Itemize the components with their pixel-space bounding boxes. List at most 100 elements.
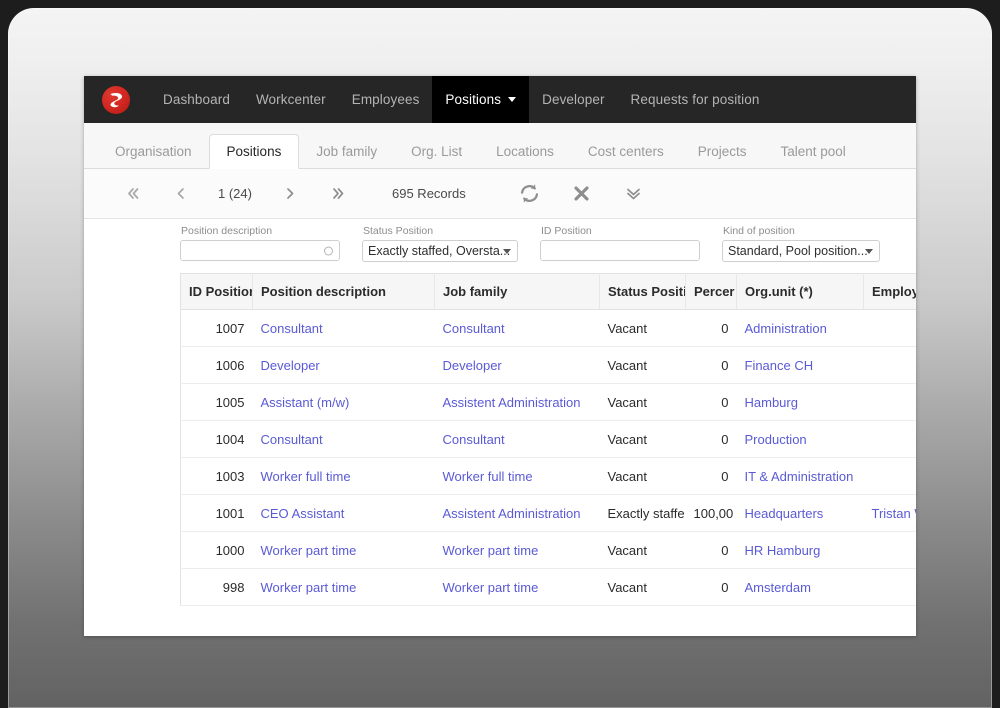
cell-link[interactable]: Administration (745, 321, 827, 336)
sub-tab-projects[interactable]: Projects (681, 135, 764, 169)
cell-link[interactable]: Finance CH (745, 358, 814, 373)
cell-description[interactable]: CEO Assistant (252, 494, 435, 532)
cell-org-unit[interactable]: IT & Administration (736, 457, 864, 495)
cell-link[interactable]: CEO Assistant (261, 506, 345, 521)
cell-link[interactable]: Worker part time (443, 580, 539, 595)
next-page-button[interactable] (266, 185, 314, 202)
cell-description[interactable]: Developer (252, 346, 435, 384)
nav-item-employees[interactable]: Employees (339, 76, 433, 123)
sub-tab-job-family[interactable]: Job family (299, 135, 394, 169)
cell-org-unit[interactable]: Administration (736, 309, 864, 347)
sub-tab-talent-pool[interactable]: Talent pool (763, 135, 862, 169)
cell-link[interactable]: Consultant (443, 432, 505, 447)
cell-job-family[interactable]: Assistent Administration (434, 383, 600, 421)
brand-swoosh-logo-icon[interactable] (102, 85, 130, 114)
table-row[interactable]: 998 Worker part time Worker part time Vacan… (180, 568, 916, 606)
kind-of-position-select[interactable]: Standard, Pool position... (722, 240, 880, 262)
cell-description[interactable]: Consultant (252, 420, 435, 458)
cell-link[interactable]: Developer (261, 358, 320, 373)
column-header[interactable]: Employee name (*) (863, 273, 916, 310)
column-header[interactable]: Org.unit (*) (736, 273, 864, 310)
cell-percent: 0 (685, 383, 737, 421)
table-row[interactable]: 1005 Assistant (m/w) Assistent Administrat… (180, 383, 916, 421)
cell-org-unit[interactable]: Amsterdam (736, 568, 864, 606)
lookup-circle-icon[interactable] (324, 246, 333, 255)
cell-job-family[interactable]: Worker part time (434, 568, 600, 606)
column-header[interactable]: Percer (685, 273, 737, 310)
cell-link[interactable]: IT & Administration (745, 469, 854, 484)
cell-link[interactable]: Consultant (261, 432, 323, 447)
cell-id: 998 (180, 568, 253, 606)
cell-link[interactable]: Worker full time (443, 469, 533, 484)
nav-item-dashboard[interactable]: Dashboard (150, 76, 243, 123)
cell-job-family[interactable]: Consultant (434, 309, 600, 347)
cell-percent: 0 (685, 420, 737, 458)
cell-link[interactable]: Worker part time (443, 543, 539, 558)
cell-link[interactable]: Worker full time (261, 469, 351, 484)
sub-tab-organisation[interactable]: Organisation (98, 135, 209, 169)
cell-org-unit[interactable]: Hamburg (736, 383, 864, 421)
cell-job-family[interactable]: Developer (434, 346, 600, 384)
cell-job-family[interactable]: Worker full time (434, 457, 600, 495)
cell-link[interactable]: Amsterdam (745, 580, 811, 595)
sub-tab-org-list[interactable]: Org. List (394, 135, 479, 169)
refresh-icon[interactable] (504, 179, 556, 209)
cell-link[interactable]: Consultant (443, 321, 505, 336)
cell-job-family[interactable]: Assistent Administration (434, 494, 600, 532)
cell-org-unit[interactable]: Production (736, 420, 864, 458)
cell-description[interactable]: Assistant (m/w) (252, 383, 435, 421)
sub-tab-locations[interactable]: Locations (479, 135, 571, 169)
cell-link[interactable]: Assistent Administration (443, 395, 581, 410)
last-page-button[interactable] (314, 185, 362, 202)
table-row[interactable]: 1000 Worker part time Worker part time Vaca… (180, 531, 916, 569)
cell-link[interactable]: Headquarters (745, 506, 824, 521)
cell-job-family[interactable]: Worker part time (434, 531, 600, 569)
cell-status: Vacant (599, 457, 686, 495)
sub-tab-positions[interactable]: Positions (208, 134, 300, 169)
nav-item-positions[interactable]: Positions (432, 76, 530, 123)
cell-link[interactable]: Consultant (261, 321, 323, 336)
id-position-input[interactable] (540, 240, 700, 261)
cell-description[interactable]: Worker full time (252, 457, 435, 495)
table-row[interactable]: 1001 CEO Assistant Assistent Administratio… (180, 494, 917, 532)
cell-link[interactable]: Assistant (m/w) (261, 395, 350, 410)
table-row[interactable]: 1006 Developer Developer Vacant 0 Finance CH (180, 346, 916, 384)
cell-id: 1007 (180, 309, 253, 347)
column-header[interactable]: ID Positior (180, 273, 253, 310)
sub-tab-cost-centers[interactable]: Cost centers (571, 135, 681, 169)
nav-item-requests-for-position[interactable]: Requests for position (618, 76, 773, 123)
close-x-icon[interactable] (556, 179, 608, 209)
nav-item-workcenter[interactable]: Workcenter (243, 76, 339, 123)
column-header[interactable]: Job family (434, 273, 600, 310)
top-navigation-bar: Dashboard Workcenter Employees Positions Dev… (84, 76, 916, 123)
column-header[interactable]: Position description (252, 273, 435, 310)
table-row[interactable]: 1003 Worker full time Worker full time Vaca… (180, 457, 916, 495)
cell-percent: 0 (685, 568, 737, 606)
cell-link[interactable]: Worker part time (261, 580, 357, 595)
cell-org-unit[interactable]: HR Hamburg (736, 531, 864, 569)
column-header[interactable]: Status Positi (599, 273, 686, 310)
cell-link[interactable]: Assistent Administration (443, 506, 581, 521)
cell-description[interactable]: Consultant (252, 309, 435, 347)
cell-link[interactable]: Worker part time (261, 543, 357, 558)
first-page-button[interactable] (108, 185, 156, 202)
cell-employee[interactable]: Tristan Wichlig (863, 494, 917, 532)
cell-description[interactable]: Worker part time (252, 568, 435, 606)
position-description-input[interactable] (180, 240, 340, 261)
cell-job-family[interactable]: Consultant (434, 420, 600, 458)
previous-page-button[interactable] (156, 185, 204, 202)
cell-org-unit[interactable]: Headquarters (736, 494, 864, 532)
cell-org-unit[interactable]: Finance CH (736, 346, 864, 384)
table-row[interactable]: 1007 Consultant Consultant Vacant 0 Administr… (180, 309, 916, 347)
status-position-select[interactable]: Exactly staffed, Oversta... (362, 240, 518, 262)
cell-link[interactable]: Developer (443, 358, 502, 373)
cell-description[interactable]: Worker part time (252, 531, 435, 569)
nav-item-developer[interactable]: Developer (529, 76, 617, 123)
cell-link[interactable]: Production (745, 432, 807, 447)
cell-link[interactable]: Tristan Wichlig (872, 506, 917, 521)
table-row[interactable]: 1004 Consultant Consultant Vacant 0 Productio… (180, 420, 916, 458)
cell-status: Vacant (599, 346, 686, 384)
cell-link[interactable]: Hamburg (745, 395, 798, 410)
cell-link[interactable]: HR Hamburg (745, 543, 821, 558)
expand-double-chevron-down-icon[interactable] (608, 179, 660, 209)
